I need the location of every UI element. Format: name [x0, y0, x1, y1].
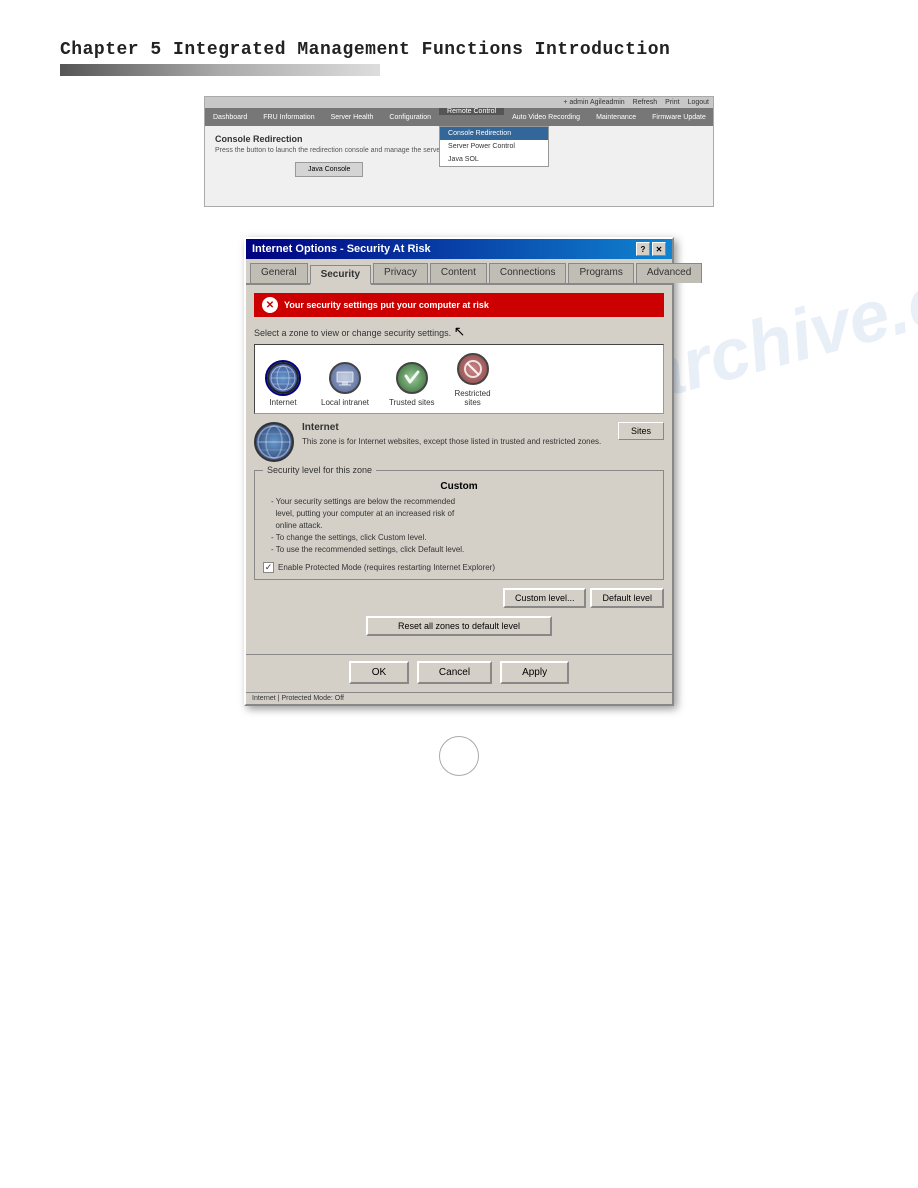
- reset-zones-row: Reset all zones to default level: [254, 616, 664, 636]
- tab-general[interactable]: General: [250, 263, 308, 283]
- nav-maintenance[interactable]: Maintenance: [588, 108, 644, 126]
- sites-button[interactable]: Sites: [618, 422, 664, 440]
- dialog-close-btn[interactable]: ✕: [652, 242, 666, 256]
- dialog-footer: OK Cancel Apply: [246, 654, 672, 692]
- logout-link[interactable]: Logout: [688, 99, 709, 106]
- zone-trusted[interactable]: Trusted sites: [389, 360, 435, 407]
- zone-intranet-icon: [327, 360, 363, 396]
- security-bullet-2: - To change the settings, click Custom l…: [271, 532, 655, 544]
- warning-icon: ✕: [262, 297, 278, 313]
- dialog-titlebar: Internet Options - Security At Risk ? ✕: [246, 239, 672, 259]
- security-bullets: - Your security settings are below the r…: [263, 496, 655, 556]
- remote-control-dropdown: Console Redirection Server Power Control…: [439, 126, 549, 167]
- internet-info-section: Internet This zone is for Internet websi…: [254, 422, 664, 462]
- zone-internet-icon: [265, 360, 301, 396]
- protected-mode-label: Enable Protected Mode (requires restarti…: [278, 563, 495, 572]
- nav-server-health[interactable]: Server Health: [323, 108, 382, 126]
- ipmi-top-bar: + admin Agileadmin Refresh Print Logout: [205, 97, 713, 108]
- zone-intranet-label: Local intranet: [321, 398, 369, 407]
- java-console-button[interactable]: Java Console: [295, 162, 363, 177]
- warning-banner: ✕ Your security settings put your comput…: [254, 293, 664, 317]
- zone-internet[interactable]: Internet: [265, 360, 301, 407]
- ipmi-nav: Dashboard FRU Information Server Health …: [205, 108, 713, 126]
- internet-zone-title: Internet: [302, 422, 610, 433]
- zone-restricted-icon: [455, 351, 491, 387]
- zone-trusted-icon: [394, 360, 430, 396]
- dialog-statusbar: Internet | Protected Mode: Off: [246, 692, 672, 704]
- protected-mode-row: ✓ Enable Protected Mode (requires restar…: [263, 562, 655, 573]
- refresh-link[interactable]: Refresh: [633, 99, 658, 106]
- custom-level-button[interactable]: Custom level...: [503, 588, 587, 608]
- tab-privacy[interactable]: Privacy: [373, 263, 428, 283]
- zone-intranet[interactable]: Local intranet: [321, 360, 369, 407]
- security-bullet-1b: level, putting your computer at an incre…: [271, 508, 655, 520]
- nav-configuration[interactable]: Configuration: [381, 108, 439, 126]
- ipmi-screenshot: + admin Agileadmin Refresh Print Logout …: [204, 96, 714, 207]
- nav-dashboard[interactable]: Dashboard: [205, 108, 255, 126]
- internet-zone-desc: This zone is for Internet websites, exce…: [302, 436, 610, 447]
- nav-help[interactable]: HELP: [714, 108, 748, 126]
- nav-auto-video[interactable]: Auto Video Recording: [504, 108, 588, 126]
- tab-connections[interactable]: Connections: [489, 263, 567, 283]
- dropdown-java-sol[interactable]: Java SOL: [440, 153, 548, 166]
- security-bullet-1c: online attack.: [271, 520, 655, 532]
- apply-button[interactable]: Apply: [500, 661, 569, 684]
- dialog-body: ✕ Your security settings put your comput…: [246, 285, 672, 654]
- cursor-indicator: ↖: [454, 323, 466, 340]
- zone-internet-label: Internet: [269, 398, 296, 407]
- security-level-name: Custom: [263, 481, 655, 492]
- tab-content[interactable]: Content: [430, 263, 487, 283]
- print-link[interactable]: Print: [665, 99, 679, 106]
- zone-restricted-label: Restrictedsites: [455, 389, 491, 407]
- internet-text: Internet This zone is for Internet websi…: [302, 422, 610, 447]
- warning-text: Your security settings put your computer…: [284, 300, 489, 310]
- security-bullet-1: - Your security settings are below the r…: [271, 496, 655, 508]
- admin-label: + admin Agileadmin: [563, 99, 624, 106]
- internet-globe-icon: [254, 422, 294, 462]
- page-title-area: Chapter 5 Integrated Management Function…: [0, 0, 918, 86]
- tab-security[interactable]: Security: [310, 265, 371, 285]
- zone-trusted-label: Trusted sites: [389, 398, 435, 407]
- nav-remote-control-container: Remote Control Console Redirection Serve…: [439, 108, 504, 126]
- title-bar-decoration: [60, 64, 380, 76]
- protected-mode-checkbox[interactable]: ✓: [263, 562, 274, 573]
- nav-fru[interactable]: FRU Information: [255, 108, 322, 126]
- dropdown-server-power[interactable]: Server Power Control: [440, 140, 548, 153]
- nav-remote-control[interactable]: Remote Control: [439, 108, 504, 115]
- default-level-button[interactable]: Default level: [590, 588, 664, 608]
- cancel-button[interactable]: Cancel: [417, 661, 492, 684]
- reset-zones-button[interactable]: Reset all zones to default level: [366, 616, 552, 636]
- security-level-btns: Custom level... Default level: [254, 588, 664, 608]
- page-number-circle: [439, 736, 479, 776]
- tab-programs[interactable]: Programs: [568, 263, 633, 283]
- zone-icons-row: Internet Local intranet: [254, 344, 664, 414]
- security-level-group: Security level for this zone Custom - Yo…: [254, 470, 664, 580]
- tab-advanced[interactable]: Advanced: [636, 263, 702, 283]
- zone-select-label: Select a zone to view or change security…: [254, 323, 664, 340]
- ok-button[interactable]: OK: [349, 661, 409, 684]
- nav-firmware[interactable]: Firmware Update: [644, 108, 714, 126]
- dialog-tabs: General Security Privacy Content Connect…: [246, 259, 672, 285]
- page-title: Chapter 5 Integrated Management Function…: [60, 40, 858, 60]
- dropdown-console-redirection[interactable]: Console Redirection: [440, 127, 548, 140]
- security-level-legend: Security level for this zone: [263, 465, 376, 475]
- zone-restricted[interactable]: Restrictedsites: [455, 351, 491, 407]
- security-bullet-3: - To use the recommended settings, click…: [271, 544, 655, 556]
- dialog-title: Internet Options - Security At Risk: [252, 243, 431, 255]
- internet-options-dialog: Internet Options - Security At Risk ? ✕ …: [244, 237, 674, 706]
- dialog-titlebar-controls: ? ✕: [636, 242, 666, 256]
- dialog-help-btn[interactable]: ?: [636, 242, 650, 256]
